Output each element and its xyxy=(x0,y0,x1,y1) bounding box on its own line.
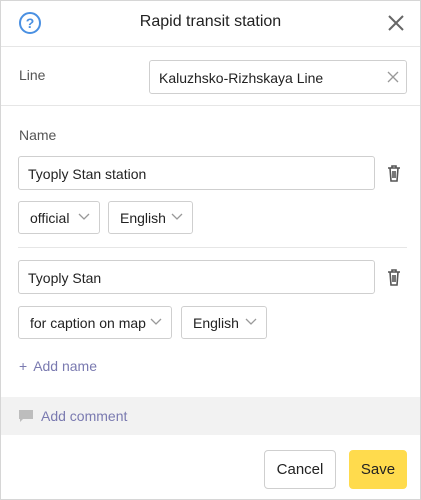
dialog-title: Rapid transit station xyxy=(139,13,282,30)
chevron-down-icon xyxy=(245,318,257,325)
add-comment-label: Add comment xyxy=(41,408,128,424)
trash-icon[interactable] xyxy=(385,163,403,183)
save-button[interactable]: Save xyxy=(349,450,407,489)
comment-icon xyxy=(19,410,33,422)
line-field[interactable]: Kaluzhsko-Rizhskaya Line xyxy=(149,60,407,94)
name-language-select[interactable]: English xyxy=(108,201,193,234)
dialog-header: ? Rapid transit station xyxy=(1,1,420,47)
add-comment-bar[interactable]: Add comment xyxy=(1,397,420,435)
add-name-button[interactable]: + Add name xyxy=(19,358,97,374)
name-input[interactable]: Tyoply Stan station xyxy=(18,156,375,190)
chevron-down-icon xyxy=(78,213,90,220)
name-input[interactable]: Tyoply Stan xyxy=(18,260,375,294)
name-language-value: English xyxy=(193,315,239,331)
line-row: Line Kaluzhsko-Rizhskaya Line xyxy=(1,48,420,106)
name-label: Name xyxy=(19,127,57,143)
name-language-value: English xyxy=(120,210,166,226)
name-language-select[interactable]: English xyxy=(181,306,267,339)
name-type-value: official xyxy=(30,210,70,226)
name-type-select[interactable]: for caption on map xyxy=(18,306,172,339)
close-icon[interactable] xyxy=(385,12,407,34)
add-name-label: Add name xyxy=(33,358,98,374)
name-type-value: for caption on map xyxy=(30,315,146,331)
trash-icon[interactable] xyxy=(385,267,403,287)
chevron-down-icon xyxy=(150,318,162,325)
cancel-button[interactable]: Cancel xyxy=(264,450,336,489)
clear-icon[interactable] xyxy=(386,70,400,84)
name-type-select[interactable]: official xyxy=(18,201,100,234)
plus-icon: + xyxy=(19,358,28,374)
dialog: ? Rapid transit station Line Kaluzhsko-R… xyxy=(0,0,421,500)
line-label: Line xyxy=(19,67,46,83)
chevron-down-icon xyxy=(171,213,183,220)
divider xyxy=(18,247,407,248)
